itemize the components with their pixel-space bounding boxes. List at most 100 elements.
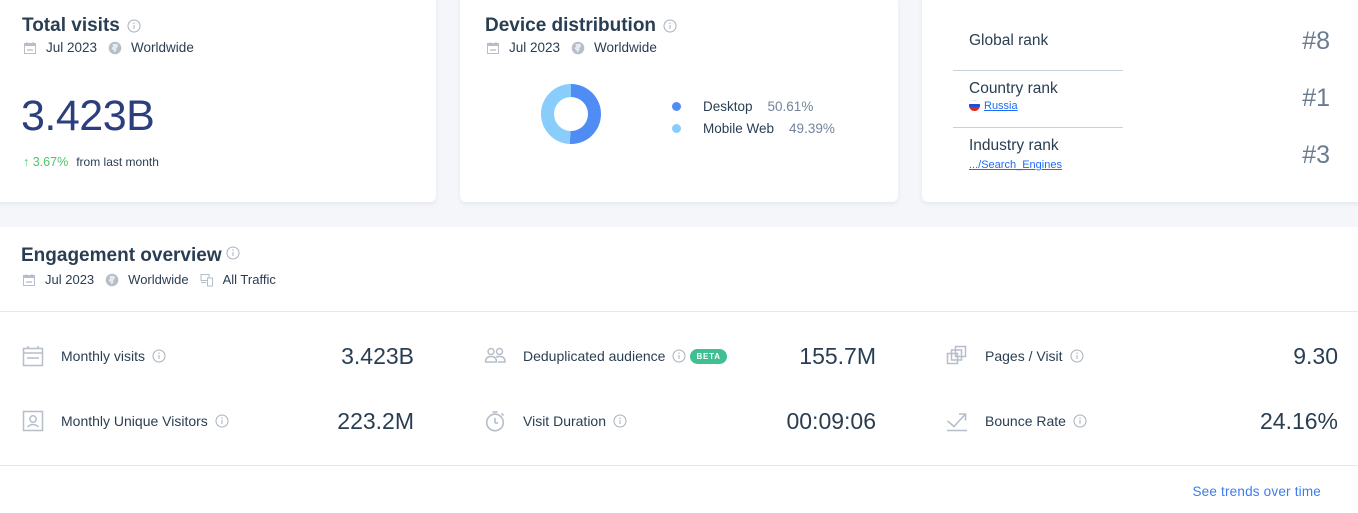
device-donut-chart[interactable]	[540, 83, 602, 145]
metric-label-text: Monthly visits	[61, 348, 146, 364]
metric-value: 00:09:06	[786, 407, 876, 434]
country-rank-link[interactable]: Russia	[969, 100, 1018, 112]
info-icon[interactable]	[1073, 414, 1087, 428]
devices-icon	[200, 273, 213, 286]
industry-rank-row: Industry rank .../Search_Engines	[969, 137, 1139, 173]
info-icon[interactable]	[215, 414, 229, 428]
metric-value: 155.7M	[799, 342, 876, 369]
region-label: Worldwide	[131, 40, 194, 55]
country-link-text[interactable]: Russia	[984, 100, 1018, 112]
industry-rank-value: #3	[1302, 141, 1330, 169]
global-rank-value: #8	[1302, 27, 1330, 55]
russia-flag-icon	[969, 100, 980, 111]
globe-icon	[571, 41, 585, 54]
donut-slice-desktop[interactable]	[569, 84, 601, 144]
metric-label: Monthly visits	[61, 348, 166, 364]
total-visits-card: Total visits Jul 2023 Worldwide 3.423B ↑…	[0, 0, 436, 202]
calendar-icon	[487, 41, 499, 54]
legend-dot-desktop	[672, 101, 681, 111]
metric-label-text: Visit Duration	[523, 413, 607, 429]
metric-label-text: Monthly Unique Visitors	[61, 413, 208, 429]
metric-label-text: Pages / Visit	[985, 348, 1063, 364]
date-label: Jul 2023	[46, 40, 98, 55]
globe-icon	[105, 273, 119, 286]
total-visits-change: ↑ 3.67% from last month	[23, 155, 159, 169]
engagement-title-text: Engagement overview	[21, 245, 222, 266]
legend-dot-mobile-web	[672, 123, 681, 133]
metric-label: Pages / Visit	[985, 348, 1084, 364]
date-label: Jul 2023	[509, 40, 561, 55]
legend-label: Mobile Web	[703, 120, 775, 136]
calendar-icon	[23, 273, 35, 286]
metric-pages-per-visit: Pages / Visit 9.30	[946, 341, 1338, 371]
engagement-title: Engagement overview	[21, 245, 240, 267]
info-icon[interactable]	[663, 19, 677, 33]
calendar-icon	[22, 346, 44, 367]
change-label: from last month	[76, 155, 159, 169]
date-label: Jul 2023	[45, 272, 95, 287]
total-visits-value: 3.423B	[21, 92, 155, 140]
unique-visitor-icon	[22, 410, 44, 432]
legend-value: 49.39%	[789, 120, 835, 136]
info-icon[interactable]	[127, 19, 141, 33]
metric-label-text: Bounce Rate	[985, 413, 1066, 429]
legend-item-mobile-web[interactable]: Mobile Web 49.39%	[672, 117, 835, 139]
region-label: Worldwide	[594, 40, 657, 55]
metric-bounce-rate: Bounce Rate 24.16%	[946, 406, 1338, 436]
country-rank-value: #1	[1302, 84, 1330, 112]
change-value: 3.67%	[32, 155, 69, 169]
metric-value: 3.423B	[341, 342, 414, 369]
metric-label-text: Deduplicated audience	[523, 348, 666, 364]
arrow-up-icon: ↑	[23, 155, 30, 169]
metric-visit-duration: Visit Duration 00:09:06	[484, 406, 876, 436]
device-distribution-title: Device distribution	[485, 15, 677, 37]
metric-value: 24.16%	[1259, 407, 1338, 434]
info-icon[interactable]	[1070, 349, 1084, 363]
global-rank-label: Global rank	[969, 32, 1049, 49]
stopwatch-icon	[485, 411, 505, 432]
legend-label: Desktop	[703, 98, 753, 114]
engagement-overview-section: Engagement overview Jul 2023 Worldwide A…	[0, 227, 1358, 513]
metric-monthly-unique-visitors: Monthly Unique Visitors 223.2M	[22, 406, 414, 436]
legend-value: 50.61%	[767, 98, 814, 114]
info-icon[interactable]	[672, 349, 686, 363]
metric-value: 9.30	[1293, 342, 1338, 369]
metric-monthly-visits: Monthly visits 3.423B	[22, 341, 414, 371]
total-visits-meta: Jul 2023 Worldwide	[23, 40, 205, 55]
metric-label: Bounce Rate	[985, 413, 1087, 429]
calendar-icon	[24, 41, 36, 54]
device-distribution-title-text: Device distribution	[485, 15, 657, 36]
bounce-icon	[946, 413, 967, 432]
section-divider	[0, 465, 1358, 466]
device-distribution-card: Device distribution Jul 2023 Worldwide D…	[460, 0, 898, 202]
industry-rank-link[interactable]: .../Search_Engines	[969, 159, 1062, 171]
metric-label: Visit Duration	[523, 413, 627, 429]
rank-divider	[953, 127, 1123, 128]
global-rank-row: Global rank	[969, 32, 1139, 50]
metric-label: Monthly Unique Visitors	[61, 413, 229, 429]
info-icon[interactable]	[152, 349, 166, 363]
total-visits-title-text: Total visits	[22, 15, 120, 36]
total-visits-title: Total visits	[22, 15, 141, 37]
pages-icon	[946, 345, 967, 365]
metric-label: Deduplicated audience BETA	[523, 348, 727, 364]
info-icon[interactable]	[226, 246, 240, 260]
ranks-card: Global rank #8 Country rank Russia #1 In…	[922, 0, 1358, 202]
rank-divider	[953, 70, 1123, 71]
metric-value: 223.2M	[337, 407, 414, 434]
engagement-meta: Jul 2023 Worldwide All Traffic	[22, 272, 287, 287]
traffic-label: All Traffic	[222, 272, 276, 287]
device-legend: Desktop 50.61% Mobile Web 49.39%	[672, 95, 835, 139]
legend-item-desktop[interactable]: Desktop 50.61%	[672, 95, 835, 117]
info-icon[interactable]	[613, 414, 627, 428]
device-distribution-meta: Jul 2023 Worldwide	[486, 40, 668, 55]
metric-deduplicated-audience: Deduplicated audience BETA 155.7M	[484, 341, 876, 371]
change-up-indicator: ↑ 3.67%	[23, 155, 68, 169]
beta-badge: BETA	[690, 348, 727, 364]
region-label: Worldwide	[128, 272, 189, 287]
section-divider	[0, 311, 1358, 312]
donut-slice-mobile-web[interactable]	[540, 84, 571, 144]
users-icon	[484, 347, 506, 363]
see-trends-link[interactable]: See trends over time	[1192, 484, 1321, 499]
globe-icon	[108, 41, 122, 54]
